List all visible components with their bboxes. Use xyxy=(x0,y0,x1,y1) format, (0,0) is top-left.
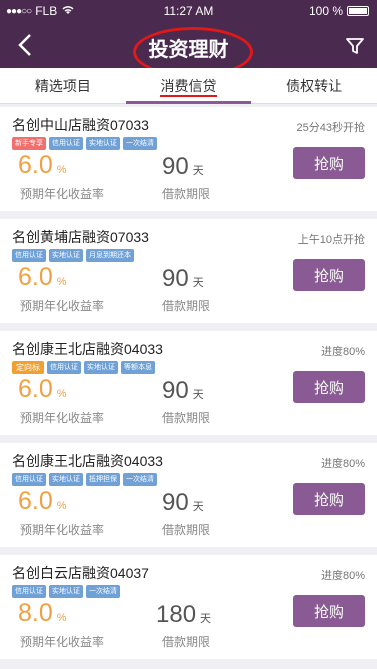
loan-term: 180 天 xyxy=(156,601,211,629)
product-name: 名创康王北店融资04033 xyxy=(12,341,163,357)
yield-rate: 6.0% xyxy=(18,151,67,180)
badge: 实地认证 xyxy=(86,137,120,150)
product-card[interactable]: 名创康王北店融资04033 进度80% 定向标 信用认证 实地认证 等额本息 6… xyxy=(0,331,377,435)
status-bar: ●●●○○ FLB 11:27 AM 100 % xyxy=(0,0,377,22)
battery-icon xyxy=(347,6,369,16)
badge: 实地认证 xyxy=(84,361,118,374)
buy-button[interactable]: 抢购 xyxy=(293,147,365,179)
badge-group: 信用认证 实地认证 月息到期还本 xyxy=(12,249,134,262)
rate-value: 8.0 xyxy=(18,599,53,627)
rate-value: 6.0 xyxy=(18,151,53,179)
days-unit: 天 xyxy=(192,389,204,401)
product-card[interactable]: 名创中山店融资07033 25分43秒开抢 新手专享 信用认证 实地认证 一次结… xyxy=(0,107,377,211)
badge: 一次结清 xyxy=(86,585,120,598)
badge: 定向标 xyxy=(12,361,44,374)
badge: 信用认证 xyxy=(12,473,46,486)
days-unit: 天 xyxy=(200,613,212,625)
days-value: 90 xyxy=(162,265,189,292)
days-value: 90 xyxy=(162,489,189,516)
badge: 实地认证 xyxy=(49,585,83,598)
days-label: 借款期限 xyxy=(162,411,211,425)
badge: 信用认证 xyxy=(12,249,46,262)
yield-rate: 6.0% xyxy=(18,487,67,516)
loan-term: 90 天 xyxy=(162,377,204,405)
product-card[interactable]: 名创白云店融资04037 进度80% 信用认证 实地认证 一次结清 8.0% 预… xyxy=(0,555,377,659)
product-card[interactable]: 名创黄埔店融资07033 上午10点开抢 信用认证 实地认证 月息到期还本 6.… xyxy=(0,219,377,323)
product-status: 进度80% xyxy=(320,570,365,582)
buy-button[interactable]: 抢购 xyxy=(293,483,365,515)
battery-label: 100 % xyxy=(308,4,343,18)
filter-icon[interactable] xyxy=(345,36,365,56)
buy-button[interactable]: 抢购 xyxy=(293,259,365,291)
rate-label: 预期年化收益率 xyxy=(20,299,105,313)
yield-rate: 6.0% xyxy=(18,375,67,404)
buy-button[interactable]: 抢购 xyxy=(293,595,365,627)
loan-term: 90 天 xyxy=(162,489,204,517)
product-name: 名创中山店融资07033 xyxy=(12,117,149,133)
badge: 信用认证 xyxy=(47,361,81,374)
battery-group: 100 % xyxy=(309,4,369,18)
yield-rate: 6.0% xyxy=(18,263,67,292)
tab-consumer-credit[interactable]: 消费信贷 xyxy=(125,68,252,104)
badge: 月息到期还本 xyxy=(86,249,134,262)
badge: 实地认证 xyxy=(49,473,83,486)
badge: 信用认证 xyxy=(49,137,83,150)
product-list: 名创中山店融资07033 25分43秒开抢 新手专享 信用认证 实地认证 一次结… xyxy=(0,107,377,667)
days-unit: 天 xyxy=(192,165,204,177)
tab-label: 精选项目 xyxy=(34,78,91,94)
badge: 等额本息 xyxy=(121,361,155,374)
tab-featured[interactable]: 精选项目 xyxy=(0,68,126,103)
rate-value: 6.0 xyxy=(18,375,53,403)
rate-value: 6.0 xyxy=(18,263,53,291)
badge: 实地认证 xyxy=(49,249,83,262)
buy-button[interactable]: 抢购 xyxy=(293,371,365,403)
product-name: 名创黄埔店融资07033 xyxy=(12,229,149,245)
rate-unit: % xyxy=(56,500,67,512)
rate-label: 预期年化收益率 xyxy=(20,411,105,425)
yield-rate: 8.0% xyxy=(18,599,67,628)
badge-group: 新手专享 信用认证 实地认证 一次结清 xyxy=(12,137,157,150)
days-label: 借款期限 xyxy=(162,299,211,313)
days-label: 借款期限 xyxy=(162,635,211,649)
rate-unit: % xyxy=(56,612,67,624)
rate-label: 预期年化收益率 xyxy=(20,635,105,649)
rate-label: 预期年化收益率 xyxy=(20,523,105,537)
tab-annotation-underline xyxy=(159,95,218,97)
badge: 抵押担保 xyxy=(86,473,120,486)
product-status: 进度80% xyxy=(320,346,365,358)
days-label: 借款期限 xyxy=(162,523,211,537)
tab-bar: 精选项目 消费信贷 债权转让 xyxy=(0,68,377,104)
badge: 新手专享 xyxy=(12,137,46,150)
product-name: 名创康王北店融资04033 xyxy=(12,453,163,469)
days-value: 90 xyxy=(162,377,189,404)
tab-label: 消费信贷 xyxy=(160,78,217,94)
loan-term: 90 天 xyxy=(162,153,204,181)
loan-term: 90 天 xyxy=(162,265,204,293)
rate-label: 预期年化收益率 xyxy=(20,187,105,201)
product-status: 25分43秒开抢 xyxy=(296,122,365,134)
badge-group: 信用认证 实地认证 抵押担保 一次结清 xyxy=(12,473,157,486)
days-label: 借款期限 xyxy=(162,187,211,201)
product-status: 上午10点开抢 xyxy=(297,234,365,246)
days-unit: 天 xyxy=(192,501,204,513)
product-card[interactable]: 名创康王北店融资04033 进度80% 信用认证 实地认证 抵押担保 一次结清 … xyxy=(0,443,377,547)
rate-unit: % xyxy=(56,388,67,400)
badge: 信用认证 xyxy=(12,585,46,598)
badge-group: 定向标 信用认证 实地认证 等额本息 xyxy=(12,361,155,374)
badge: 一次结清 xyxy=(123,137,157,150)
days-value: 180 xyxy=(156,601,197,628)
product-name: 名创白云店融资04037 xyxy=(12,565,149,581)
badge-group: 信用认证 实地认证 一次结清 xyxy=(12,585,120,598)
rate-value: 6.0 xyxy=(18,487,53,515)
rate-unit: % xyxy=(56,164,67,176)
page-title: 投资理财 xyxy=(148,39,229,61)
nav-bar: 投资理财 xyxy=(0,22,377,77)
badge: 一次结清 xyxy=(123,473,157,486)
days-value: 90 xyxy=(162,153,189,180)
tab-debt-transfer[interactable]: 债权转让 xyxy=(251,68,377,103)
days-unit: 天 xyxy=(192,277,204,289)
tab-label: 债权转让 xyxy=(286,78,343,94)
rate-unit: % xyxy=(56,276,67,288)
product-status: 进度80% xyxy=(320,458,365,470)
